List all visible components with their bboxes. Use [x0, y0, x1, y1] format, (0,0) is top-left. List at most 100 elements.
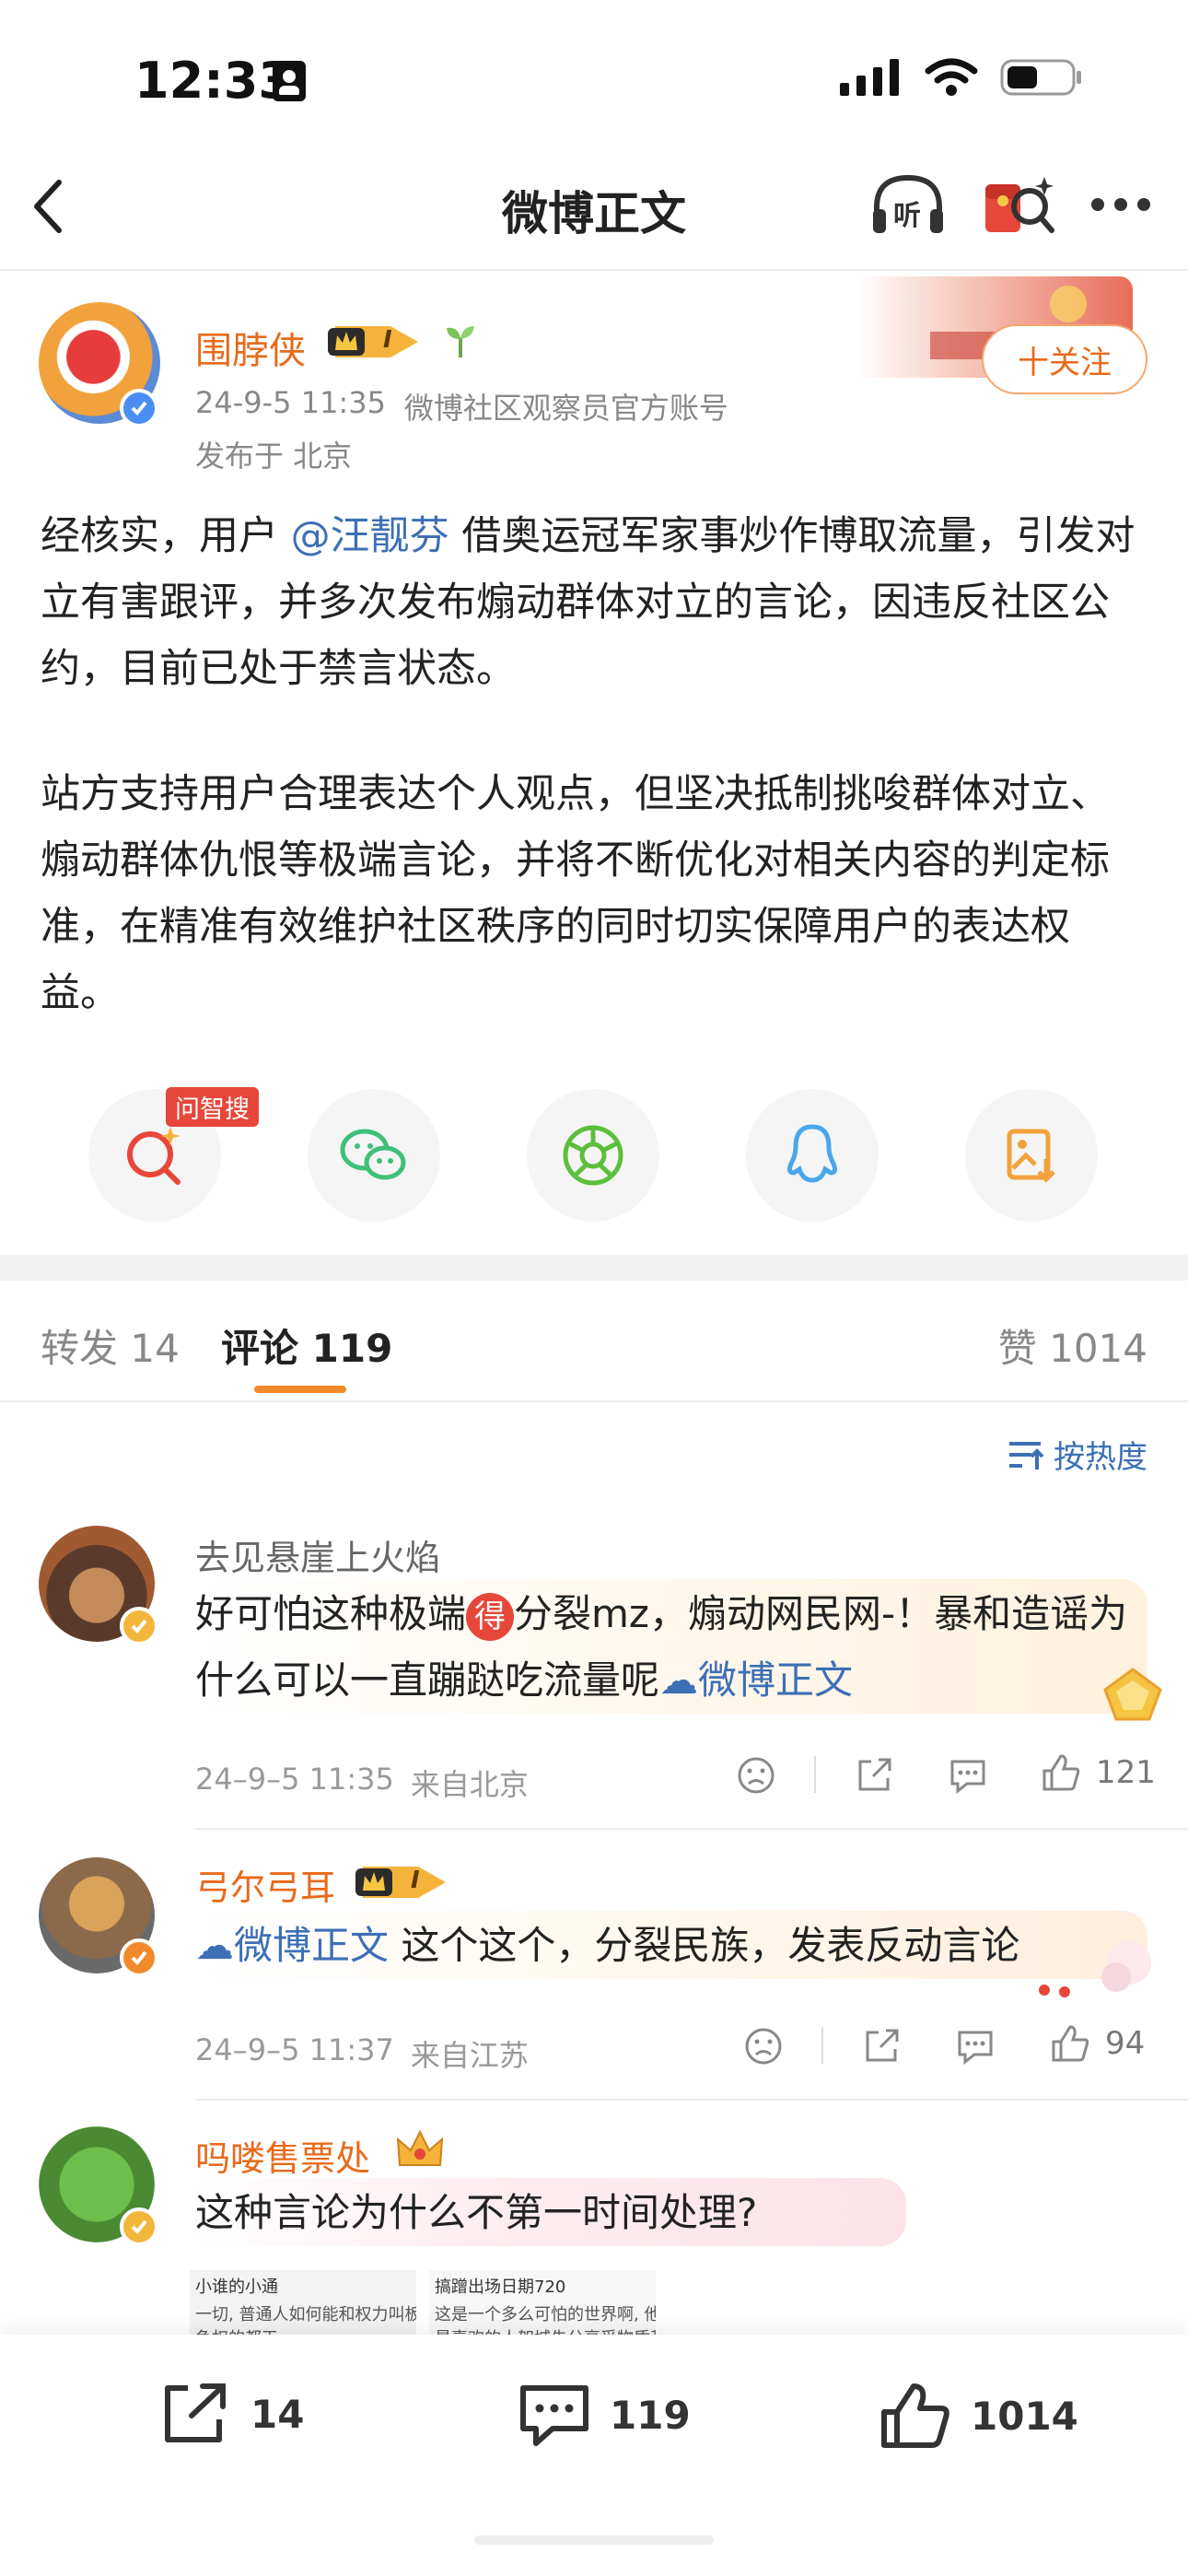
- sprout-icon: [447, 326, 474, 357]
- reply-bubble-icon: [958, 2031, 993, 2066]
- qq-penguin-icon: [786, 1124, 838, 1183]
- bottom-like-button[interactable]: 1014: [879, 2381, 1078, 2451]
- frown-icon: [738, 1757, 775, 1794]
- sort-label: 按热度: [1054, 1439, 1147, 1476]
- thumbs-up-icon: [1052, 2025, 1089, 2062]
- wifi-icon: [925, 58, 978, 96]
- follow-button[interactable]: 十关注: [982, 324, 1147, 394]
- bottom-like-count: 1014: [971, 2393, 1078, 2439]
- reply-bubble-icon: [950, 1760, 985, 1795]
- tab-likes-label: 赞: [997, 1326, 1037, 1371]
- comment-date: 24–9–5 11:37: [195, 2032, 394, 2067]
- reply-button[interactable]: [949, 1756, 987, 1798]
- commenter-name[interactable]: 去见悬崖上火焰: [195, 1529, 440, 1580]
- sticker-decoration-icon: [1039, 1940, 1151, 1997]
- thumb-line-1: 一切, 普通人如何能和权力叫板?: [195, 2305, 416, 2324]
- dislike-button[interactable]: [737, 1756, 775, 1798]
- comment-location: 来自江苏: [410, 2038, 529, 2073]
- comment-bubble-icon: [520, 2385, 588, 2446]
- repost-icon: [866, 2029, 899, 2062]
- tab-reposts-label: 转发: [41, 1326, 119, 1371]
- verified-gold-badge-icon: [120, 1607, 158, 1645]
- commenter-name[interactable]: 弓尔弓耳: [195, 1859, 335, 1910]
- battery-icon: [1000, 59, 1081, 96]
- author-name[interactable]: 围脖侠: [195, 321, 306, 374]
- tab-likes[interactable]: 赞 1014: [998, 1317, 1147, 1374]
- comment-like-count: 121: [1096, 1754, 1156, 1791]
- verified-orange-badge-icon: [120, 1938, 158, 1977]
- sort-icon: [1009, 1441, 1044, 1469]
- share-wechat-button[interactable]: [308, 1089, 440, 1222]
- share-moments-button[interactable]: [527, 1089, 659, 1222]
- comment-like-button[interactable]: 94: [1050, 2023, 1145, 2064]
- weibo-link[interactable]: ☁微博正文: [195, 1923, 389, 1968]
- dislike-button[interactable]: [744, 2027, 783, 2069]
- comment-image-thumb[interactable]: 搞蹭出场日期720 这是一个多么可怕的世界啊, 他们把人分成 最喜欢的人架城先分…: [429, 2270, 656, 2335]
- nav-divider: [0, 269, 1188, 271]
- section-separator: [0, 1255, 1188, 1281]
- comment-divider: [195, 1828, 1188, 1830]
- repost-comment-button[interactable]: [862, 2027, 901, 2069]
- thumb-title: 搞蹭出场日期720: [435, 2277, 566, 2297]
- bottom-repost-button[interactable]: 14: [160, 2381, 304, 2447]
- member-level-text: I: [383, 326, 392, 354]
- action-divider: [814, 1756, 816, 1793]
- post-timestamp: 24-9-5 11:35: [195, 385, 386, 420]
- comment-text: 好可怕这种极端得分裂mz，煽动网民网-！暴和造谣为什么可以一直蹦跶吃流量呢☁微博…: [195, 1581, 1144, 1714]
- weibo-link-text: 微博正文: [234, 1923, 390, 1968]
- member-level-text: I: [411, 1867, 420, 1894]
- verified-gold-badge-icon: [120, 2207, 158, 2246]
- comment-date: 24–9–5 11:35: [195, 1762, 394, 1797]
- wechat-icon: [340, 1129, 406, 1180]
- contact-card-icon: [273, 61, 306, 101]
- reply-button[interactable]: [956, 2027, 995, 2069]
- thumbs-up-icon: [881, 2383, 949, 2448]
- post-paragraph-1: 经核实，用户 @汪靓芬 借奥运冠军家事炒作博取流量，引发对立有害跟评，并多次发布…: [41, 503, 1146, 702]
- comment-image-thumb[interactable]: 小谁的小通 一切, 普通人如何能和权力叫板? 争权的都天: [190, 2270, 416, 2335]
- listen-button[interactable]: 听: [869, 172, 947, 237]
- bottom-comment-count: 119: [610, 2392, 691, 2438]
- user-mention-link[interactable]: @汪靓芬: [291, 513, 449, 559]
- comment-like-count: 94: [1105, 2025, 1146, 2062]
- more-icon[interactable]: [1090, 195, 1151, 214]
- p1-before: 经核实，用户: [41, 513, 291, 559]
- home-indicator: [474, 2535, 714, 2545]
- tab-reposts[interactable]: 转发 14: [41, 1317, 180, 1374]
- repost-icon: [858, 1758, 891, 1791]
- de-emoji-badge: 得: [466, 1592, 515, 1641]
- member-level-badge: I: [354, 1863, 462, 1902]
- thumbs-up-icon: [1042, 1754, 1080, 1791]
- moments-icon: [563, 1125, 623, 1186]
- member-level-badge: I: [326, 322, 435, 361]
- post-paragraph-2: 站方支持用户合理表达个人观点，但坚决抵制挑唆群体对立、煽动群体仇恨等极端言论，并…: [41, 771, 1110, 1016]
- bottom-comment-button[interactable]: 119: [518, 2381, 691, 2449]
- weibo-link-text: 微博正文: [698, 1657, 854, 1703]
- frown-icon: [745, 2028, 782, 2065]
- commenter-name[interactable]: 吗喽售票处: [195, 2130, 370, 2181]
- post-location: 发布于 北京: [195, 439, 353, 474]
- link-cloud-icon: ☁: [659, 1657, 699, 1703]
- status-time: 12:33: [134, 52, 293, 110]
- thumb-title: 小谁的小通: [195, 2277, 278, 2297]
- tabs-divider: [0, 1400, 1188, 1402]
- tab-comments-count: 119: [311, 1326, 393, 1371]
- action-divider: [821, 2027, 823, 2064]
- tab-likes-count: 1014: [1049, 1326, 1147, 1371]
- status-icons: [840, 57, 1083, 98]
- gem-badge-icon: [1103, 1668, 1162, 1721]
- active-tab-indicator: [254, 1386, 346, 1393]
- comment-like-button[interactable]: 121: [1041, 1752, 1156, 1793]
- ai-search-tag: 问智搜: [166, 1087, 259, 1127]
- comment-divider: [195, 2099, 1188, 2101]
- post-source: 微博社区观察员官方账号: [403, 391, 728, 426]
- verified-badge-icon: [120, 389, 158, 427]
- thumb-line-2: 争权的都天: [190, 2325, 416, 2335]
- red-packet-search-icon[interactable]: [982, 171, 1055, 238]
- ai-search-icon: [127, 1127, 181, 1185]
- weibo-link[interactable]: ☁微博正文: [659, 1657, 853, 1703]
- repost-comment-button[interactable]: [855, 1756, 893, 1798]
- save-image-button[interactable]: [965, 1089, 1098, 1222]
- sort-button[interactable]: 按热度: [1007, 1432, 1147, 1477]
- share-qq-button[interactable]: [746, 1089, 879, 1222]
- tab-comments[interactable]: 评论 119: [221, 1317, 392, 1374]
